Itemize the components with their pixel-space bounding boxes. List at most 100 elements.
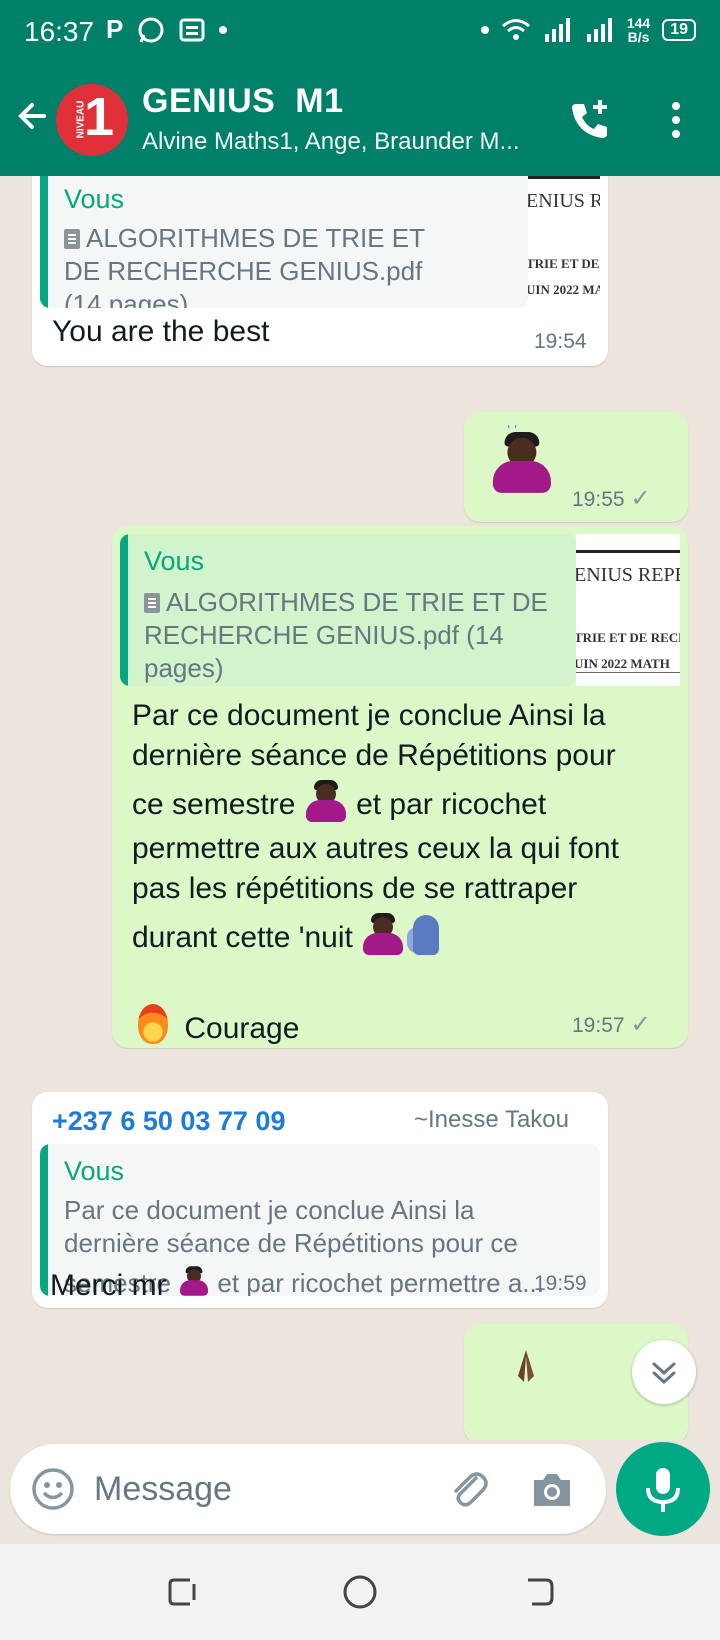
more-vert-icon[interactable] — [664, 98, 688, 142]
quoted-message[interactable]: Vous ALGORITHMES DE TRIE ET DE RECHERCHE… — [40, 176, 528, 308]
group-avatar[interactable]: NIVEAU 1 — [56, 84, 128, 156]
signal-icon-2 — [586, 18, 612, 42]
message-line: dernière séance de Répétitions pour — [132, 739, 616, 772]
emoji-part — [413, 915, 440, 955]
quote-accent-bar — [40, 176, 48, 308]
person-bowing-emoji: ' ' — [490, 423, 583, 528]
group-members[interactable]: Alvine Maths1, Ange, Braunder M... — [142, 128, 520, 156]
emoji-part — [305, 800, 346, 822]
pdf-thumbnail: ENIUS REPE TRIE ET DE RECH UIN 2022 MATH — [528, 176, 600, 308]
thumb-line-1: ENIUS REPE — [576, 564, 680, 586]
message-time: 19:54 — [534, 330, 587, 353]
add-call-icon[interactable] — [566, 96, 614, 144]
top-bar: 16:37 P 144 B/s 19 NIVEAU 1 GENIUS M1 Al… — [0, 0, 720, 176]
quote-accent-bar — [120, 534, 128, 686]
thumb-line-1: ENIUS REPE — [528, 190, 600, 212]
message-time: 19:57 ✓ — [572, 1010, 651, 1039]
pdf-thumbnail: ENIUS REPE TRIE ET DE RECH UIN 2022 MATH — [576, 534, 680, 686]
attach-icon[interactable] — [446, 1466, 492, 1512]
quote-author: Vous — [144, 546, 205, 576]
signal-icon — [544, 18, 570, 42]
message-input-bar: Message — [10, 1444, 606, 1534]
fire-emoji — [132, 1004, 176, 1046]
group-name[interactable]: GENIUS M1 — [142, 82, 343, 121]
message-text: Par ce document je conclue Ainsi la dern… — [132, 696, 672, 1049]
message-bubble-outgoing[interactable]: ' ' 19:55✓ — [464, 412, 688, 522]
thumb-rule — [528, 176, 600, 179]
thumb-rule — [576, 550, 680, 553]
message-fragment: durant cette 'nuit — [132, 921, 353, 954]
quote-fragment: et par ricochet permettre a... — [217, 1268, 544, 1296]
message-time: 19:59 — [534, 1272, 587, 1295]
message-line: Par ce document je conclue Ainsi la — [132, 699, 606, 732]
avatar-digit: 1 — [84, 87, 115, 147]
message-input[interactable]: Message — [94, 1464, 414, 1514]
sent-tick-icon: ✓ — [630, 485, 651, 512]
message-line: durant cette 'nuit — [132, 913, 672, 958]
mic-icon — [646, 1468, 680, 1512]
notification-dot — [219, 25, 228, 34]
quote-document-name: ALGORITHMES DE TRIE ET DE RECHERCHE GENI… — [64, 223, 425, 308]
thumb-underline — [576, 672, 680, 673]
emoji-part — [138, 1004, 168, 1044]
status-right: 144 B/s 19 — [480, 16, 696, 44]
network-speed-unit: B/s — [627, 29, 650, 45]
back-arrow-icon[interactable] — [14, 96, 54, 136]
quoted-message[interactable]: Vous ALGORITHMES DE TRIE ET DE RECHERCHE… — [120, 534, 576, 686]
status-time: 16:37 — [24, 16, 95, 47]
battery-indicator: 19 — [662, 19, 696, 41]
time-value: 19:55 — [572, 488, 625, 511]
camera-icon[interactable] — [528, 1466, 576, 1512]
quote-author: Vous — [64, 184, 125, 214]
message-line: permettre aux autres ceux la qui font — [132, 832, 619, 865]
notification-icons: P — [106, 14, 228, 45]
quote-document: ALGORITHMES DE TRIE ET DE RECHERCHE GENI… — [144, 586, 554, 685]
message-text: You are the best — [52, 315, 270, 348]
parking-app-icon: P — [106, 14, 124, 44]
message-time: 19:55 ✓ — [572, 484, 651, 513]
news-icon — [179, 18, 205, 41]
emoji-part — [180, 1280, 209, 1296]
document-icon — [144, 593, 160, 613]
person-bowing-emoji — [304, 780, 348, 822]
person-bowing-emoji — [179, 1266, 210, 1296]
message-line: pas les répétitions de se rattraper — [132, 872, 578, 905]
thumb-line-3: UIN 2022 MATH — [528, 282, 600, 297]
message-bubble-incoming[interactable]: Vous ALGORITHMES DE TRIE ET DE RECHERCHE… — [32, 176, 608, 366]
sent-tick-icon: ✓ — [630, 1011, 651, 1038]
quote-accent-bar — [40, 1144, 48, 1296]
network-speed-value: 144 — [626, 15, 651, 31]
nav-back-icon[interactable] — [518, 1570, 562, 1614]
quote-document-name: ALGORITHMES DE TRIE ET DE RECHERCHE GENI… — [144, 587, 548, 683]
time-value: 19:57 — [572, 1014, 625, 1037]
quote-line: Par ce document je conclue Ainsi la — [64, 1195, 475, 1225]
person-bowing-emoji — [361, 913, 405, 955]
message-fragment: et par ricochet — [356, 788, 547, 821]
thumb-line-2: TRIE ET DE RECH — [528, 256, 600, 271]
wifi-icon — [501, 19, 530, 40]
network-speed: 144 B/s — [627, 16, 650, 44]
whatsapp-icon — [138, 17, 164, 43]
quote-line: dernière séance de Répétitions pour ce — [64, 1228, 518, 1258]
scroll-down-button[interactable] — [632, 1340, 696, 1404]
indicator-dot — [480, 26, 489, 34]
mic-button[interactable] — [616, 1442, 710, 1536]
nav-home-icon[interactable] — [338, 1570, 382, 1614]
message-line: ce semestre et par ricochet — [132, 780, 672, 825]
document-icon — [64, 229, 80, 249]
emoji-icon[interactable] — [30, 1466, 76, 1512]
chat-header: NIVEAU 1 GENIUS M1 Alvine Maths1, Ange, … — [0, 70, 720, 176]
double-chevron-down-icon — [652, 1362, 676, 1385]
message-text: Merci mr — [50, 1269, 167, 1302]
quote-document: ALGORITHMES DE TRIE ET DE RECHERCHE GENI… — [64, 222, 464, 308]
thumb-line-2: TRIE ET DE RECH — [576, 630, 680, 645]
message-bubble-outgoing[interactable]: Vous ALGORITHMES DE TRIE ET DE RECHERCHE… — [112, 526, 688, 1048]
nav-recents-icon[interactable] — [160, 1570, 204, 1614]
emoji-part — [363, 933, 404, 955]
message-bubble-incoming[interactable]: +237 6 50 03 77 09 ~Inesse Takou Vous Pa… — [32, 1092, 608, 1308]
message-fragment: ce semestre — [132, 788, 296, 821]
quote-author: Vous — [64, 1156, 125, 1186]
chat-area[interactable]: Vous ALGORITHMES DE TRIE ET DE RECHERCHE… — [0, 176, 720, 1440]
status-bar: 16:37 P 144 B/s 19 — [0, 0, 720, 66]
sender-number[interactable]: +237 6 50 03 77 09 — [52, 1106, 285, 1137]
